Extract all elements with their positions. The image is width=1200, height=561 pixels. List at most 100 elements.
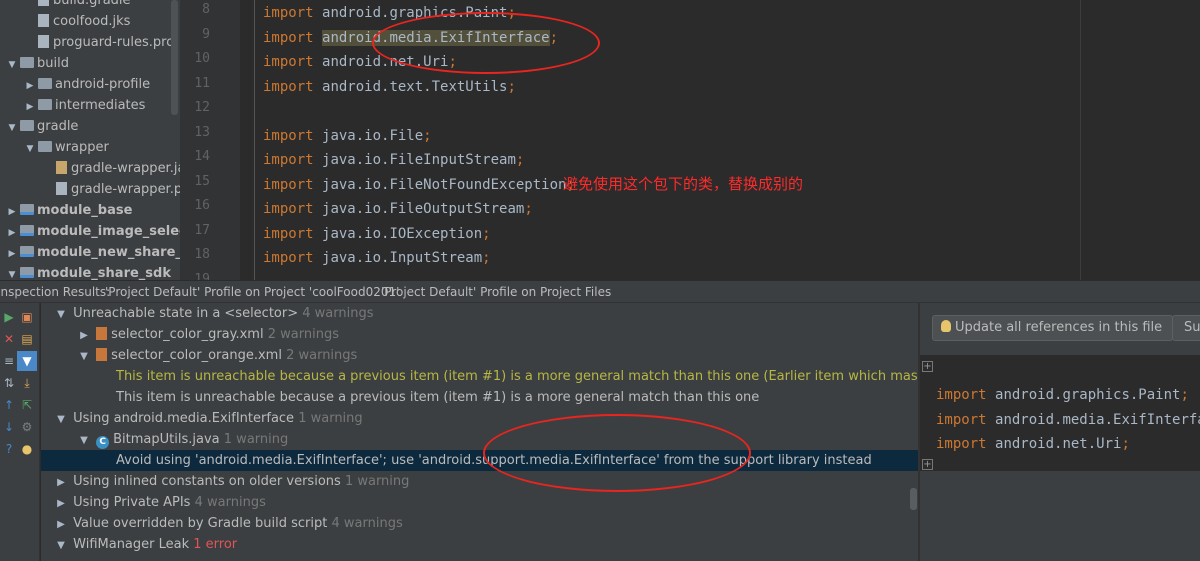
tree-item-label: build.gradle [53,0,131,8]
chevron-icon[interactable]: ▶ [53,472,69,493]
chevron-icon[interactable]: ▼ [76,346,92,367]
settings-icon[interactable]: ⚙ [19,419,35,435]
chevron-icon[interactable]: ▶ [24,76,36,97]
tree-item[interactable]: proguard-rules.pro [0,32,174,53]
chevron-icon[interactable]: ▶ [53,514,69,535]
code-line[interactable]: import android.net.Uri; [936,434,1130,454]
line-number: 15 [194,173,210,189]
inspection-count: 2 warnings [286,348,358,363]
code-package: java.io.InputStream [322,250,483,266]
tree-item[interactable]: gradle-wrapper.jar [0,158,180,179]
tree-item[interactable]: build.gradle [0,0,131,11]
filter-icon[interactable]: ▼ [17,351,37,371]
chevron-icon[interactable]: ▶ [24,97,36,118]
inspection-item[interactable]: ▶ Using inlined constants on older versi… [41,471,918,492]
code-semicolon: ; [482,250,491,266]
tree-item-label: module_new_share_sdk [37,245,180,260]
inspection-item[interactable]: This item is unreachable because a previ… [41,387,918,408]
code-line[interactable]: import java.io.FileInputStream; [263,150,524,170]
line-number: 9 [202,26,210,42]
project-tree-scrollbar[interactable] [171,0,178,115]
module-folder-icon [20,204,34,215]
inspection-count: 4 warnings [302,306,374,321]
chevron-icon[interactable]: ▼ [53,304,69,325]
down-arrow-icon[interactable]: ↓ [1,419,17,435]
inspection-item[interactable]: ▼ C BitmapUtils.java 1 warning [41,429,918,450]
inspection-item[interactable]: ▶ Using Private APIs 4 warnings [41,492,918,513]
chevron-icon[interactable]: ▶ [76,325,92,346]
fold-icon[interactable]: + [922,459,933,470]
inspection-item-label: This item is unreachable because a previ… [116,390,760,405]
expand-all-icon[interactable]: ≡ [1,353,17,369]
code-line[interactable]: import android.media.ExifInterface; [936,410,1200,430]
tree-item-label: intermediates [55,98,146,113]
tree-item[interactable]: ▶ module_base [0,200,133,223]
inspection-results-tree[interactable]: ▼ Unreachable state in a <selector> 4 wa… [41,303,918,561]
group-icon[interactable]: ▣ [19,309,35,325]
rerun-icon[interactable]: ▶ [1,309,17,325]
inspection-item[interactable]: ▼ selector_color_orange.xml 2 warnings [41,345,918,366]
chevron-icon[interactable]: ▼ [53,535,69,556]
fold-icon[interactable]: + [922,361,933,372]
chevron-icon[interactable]: ▶ [53,493,69,514]
bulb-icon[interactable]: ● [19,441,35,457]
chevron-icon[interactable]: ▼ [24,139,36,160]
chevron-icon[interactable]: ▼ [6,118,18,139]
tree-item[interactable]: coolfood.jks [0,11,130,32]
tree-item[interactable]: ▼ wrapper [0,137,109,158]
preview-code: + + import android.graphics.Paint; import… [920,355,1200,471]
inspection-item[interactable]: ▶ Value overridden by Gradle build scrip… [41,513,918,534]
code-line[interactable]: import android.graphics.Paint; [936,385,1189,405]
inspection-item[interactable]: ▶ selector_color_gray.xml 2 warnings [41,324,918,345]
tree-item[interactable]: ▼ gradle [0,116,79,139]
code-semicolon: ; [423,127,432,144]
code-line[interactable]: import java.io.File; [263,126,432,146]
update-all-references-button[interactable]: Update all references in this file [932,315,1174,341]
help-icon[interactable]: ? [1,441,17,457]
chevron-icon[interactable]: ▼ [6,55,18,76]
tree-item[interactable]: ▶ android-profile [0,74,151,97]
code-line[interactable]: import java.io.FileNotFoundException; [263,175,575,195]
line-number: 11 [194,75,210,91]
code-line[interactable]: import java.io.InputStream; [263,248,491,268]
code-line[interactable]: import java.io.FileOutputStream; [263,199,533,219]
inspection-item[interactable]: This item is unreachable because a previ… [41,366,918,387]
code-keyword: import [936,411,987,428]
code-line[interactable]: import android.text.TextUtils; [263,77,516,97]
module-folder-icon [20,267,34,278]
inspection-item[interactable]: ▼ Using android.media.ExifInterface 1 wa… [41,408,918,429]
collapse-all-icon[interactable]: ⇅ [1,375,17,391]
code-semicolon: ; [1121,436,1130,452]
chevron-icon[interactable]: ▶ [6,202,18,223]
code-line[interactable]: import java.io.IOException; [263,224,491,244]
tree-item[interactable]: ▶ module_image_selector [0,221,180,242]
folder-icon [38,78,52,89]
chevron-icon[interactable]: ▶ [6,223,18,244]
up-arrow-icon[interactable]: ↑ [1,397,17,413]
tree-item[interactable]: gradle-wrapper.properties [0,179,180,200]
inspection-item[interactable]: ▼ Unreachable state in a <selector> 4 wa… [41,303,918,324]
inspection-item[interactable]: Avoid using 'android.media.ExifInterface… [41,450,918,471]
code-package: android.graphics.Paint [995,387,1181,403]
inspection-item[interactable]: ▼ WifiManager Leak 1 error [41,534,918,555]
chevron-icon[interactable]: ▼ [6,265,18,280]
line-number: 14 [194,149,210,164]
tree-item[interactable]: ▶ intermediates [0,95,146,118]
inspection-scrollbar[interactable] [910,488,917,510]
chevron-icon[interactable]: ▼ [76,430,92,451]
second-action-button[interactable]: Su [1172,315,1200,341]
navigate-icon[interactable]: ⇱ [19,397,35,413]
folder-icon [20,57,34,68]
chevron-icon[interactable]: ▶ [6,244,18,265]
filter-resolved-icon[interactable]: ▤ [19,331,35,347]
export-icon[interactable]: ⤓ [19,375,35,391]
tab-profile-project[interactable]: 'Project Default' Profile on Project 'co… [105,281,399,303]
tree-item[interactable]: ▼ module_share_sdk [0,263,171,280]
tree-item[interactable]: ▶ module_new_share_sdk [0,242,180,263]
tab-profile-files[interactable]: 'Project Default' Profile on Project Fil… [381,281,611,303]
preview-pane: Update all references in this file Su + … [920,303,1200,561]
inspection-toolbar: ▶ ▣ ✕ ▤ ≡ ▼ ⇅ ⤓ ↑ ⇱ ↓ ⚙ ? ● [0,303,40,561]
chevron-icon[interactable]: ▼ [53,409,69,430]
close-icon[interactable]: ✕ [1,331,17,347]
tree-item[interactable]: ▼ build [0,53,69,74]
